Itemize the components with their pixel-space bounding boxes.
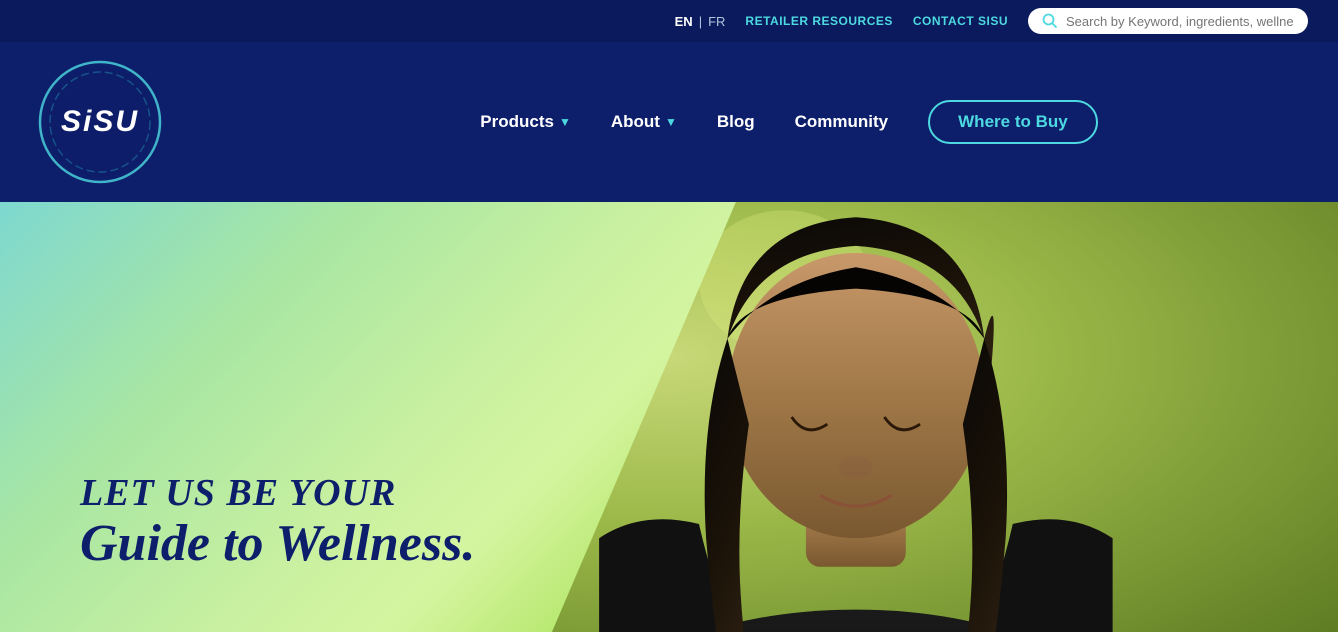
lang-en[interactable]: EN xyxy=(675,14,693,29)
where-to-buy-button[interactable]: Where to Buy xyxy=(928,100,1098,144)
contact-sisu-link[interactable]: CONTACT SISU xyxy=(913,14,1008,28)
nav-community[interactable]: Community xyxy=(795,112,889,132)
main-nav: Products ▼ About ▼ Blog Community Where … xyxy=(230,100,1308,144)
nav-blog[interactable]: Blog xyxy=(717,112,755,132)
search-bar[interactable] xyxy=(1028,8,1308,34)
logo-area[interactable]: SiSU xyxy=(30,52,230,192)
lang-separator: | xyxy=(699,14,702,29)
top-nav-links: RETAILER RESOURCES CONTACT SISU xyxy=(745,14,1008,28)
hero-line1: LET US BE YOUR xyxy=(80,471,475,515)
logo[interactable]: SiSU xyxy=(30,52,170,192)
top-bar: EN | FR RETAILER RESOURCES CONTACT SISU xyxy=(0,0,1338,42)
search-icon xyxy=(1042,13,1058,29)
hero-section: LET US BE YOUR Guide to Wellness. xyxy=(0,202,1338,632)
header: SiSU Products ▼ About ▼ Blog Community W… xyxy=(0,42,1338,202)
products-chevron-icon: ▼ xyxy=(559,115,571,129)
lang-fr[interactable]: FR xyxy=(708,14,725,29)
about-chevron-icon: ▼ xyxy=(665,115,677,129)
hero-line2: Guide to Wellness. xyxy=(80,515,475,572)
nav-about[interactable]: About ▼ xyxy=(611,112,677,132)
logo-text: SiSU xyxy=(61,105,139,139)
search-input[interactable] xyxy=(1066,14,1294,29)
nav-products[interactable]: Products ▼ xyxy=(480,112,571,132)
retailer-resources-link[interactable]: RETAILER RESOURCES xyxy=(745,14,892,28)
language-selector[interactable]: EN | FR xyxy=(675,14,726,29)
hero-text: LET US BE YOUR Guide to Wellness. xyxy=(80,471,475,572)
